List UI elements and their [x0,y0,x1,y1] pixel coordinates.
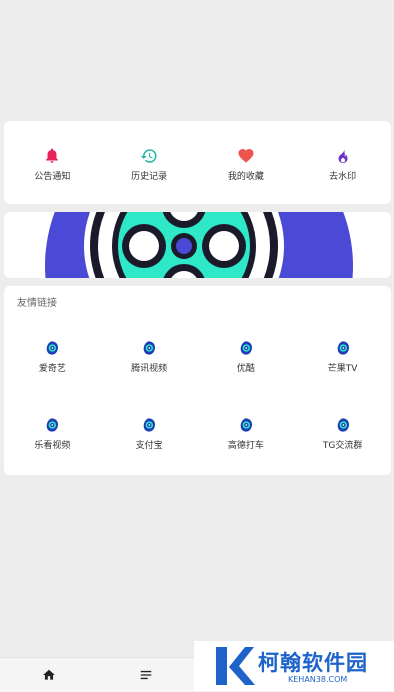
nav-home-button[interactable] [0,658,97,692]
quick-actions-card: 公告通知 历史记录 我的收藏 去水印 [4,121,391,204]
friend-link-tg-group[interactable]: TG交流群 [294,417,391,451]
bell-icon [46,148,59,163]
quick-action-label: 历史记录 [131,172,168,182]
quick-action-announcements[interactable]: 公告通知 [4,147,101,182]
link-logo-icon [47,418,59,432]
quick-action-label: 去水印 [329,172,357,182]
friend-link-label: TG交流群 [322,441,363,451]
quick-action-favorites[interactable]: 我的收藏 [198,147,295,182]
watermark-title: 柯翰软件园 [258,651,368,675]
menu-icon [140,670,151,680]
friend-link-label: 爱奇艺 [38,364,66,374]
banner-card[interactable] [4,212,391,278]
friend-link-label: 芒果TV [327,364,358,374]
friend-link-amap-taxi[interactable]: 高德打车 [198,417,295,451]
friend-link-label: 支付宝 [135,441,163,451]
quick-action-label: 我的收藏 [227,172,264,182]
quick-action-label: 公告通知 [34,172,71,182]
friend-link-label: 腾讯视频 [131,364,168,374]
friend-link-alipay[interactable]: 支付宝 [101,417,198,451]
link-logo-icon [47,341,59,355]
friend-link-label: 高德打车 [227,441,264,451]
friend-links-card: 友情链接 爱奇艺 腾讯视频 优酷 芒果TV 乐看视频 支付宝 高德打车 TG交流… [4,286,391,475]
friend-link-label: 优酷 [236,364,255,374]
quick-action-history[interactable]: 历史记录 [101,147,198,182]
link-logo-icon [337,341,349,355]
link-logo-icon [240,418,252,432]
home-icon [42,669,55,680]
film-reel-banner-image [45,212,353,278]
flame-icon [338,147,348,164]
friend-link-tencent-video[interactable]: 腾讯视频 [101,340,198,374]
friend-link-label: 乐看视频 [34,441,71,451]
watermark-logo [216,647,255,685]
friend-link-youku[interactable]: 优酷 [198,340,295,374]
nav-menu-button[interactable] [97,658,194,692]
watermark: 柯翰软件园 KEHAN38.COM [194,641,394,691]
friend-link-mango-tv[interactable]: 芒果TV [294,340,391,374]
link-logo-icon [143,341,156,355]
friend-link-lekan-video[interactable]: 乐看视频 [4,417,101,451]
link-logo-icon [337,418,349,432]
link-logo-icon [240,341,252,355]
link-logo-icon [143,418,156,432]
quick-action-remove-watermark[interactable]: 去水印 [294,147,391,182]
heart-icon [238,148,254,163]
friend-link-iqiyi[interactable]: 爱奇艺 [4,340,101,374]
section-title: 友情链接 [17,298,57,309]
watermark-subtitle: KEHAN38.COM [288,675,348,684]
history-icon [140,149,157,163]
